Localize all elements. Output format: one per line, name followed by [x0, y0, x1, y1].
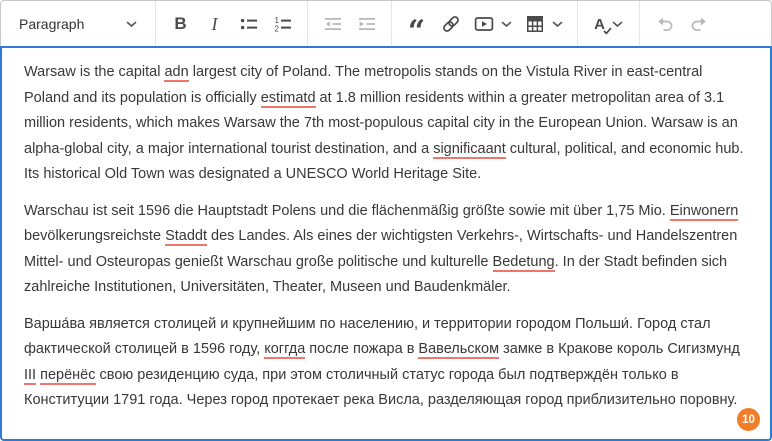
redo-icon [689, 14, 709, 34]
italic-icon: I [212, 14, 218, 35]
text-segment: Warschau ist seit 1596 die Hauptstadt Po… [24, 203, 670, 219]
rich-text-editor: Paragraph B I 1 2 [0, 0, 772, 441]
text-segment: замке в Кракове король Сигизмунд [499, 341, 740, 357]
misspelled-word[interactable]: перёнёс [40, 367, 95, 385]
spell-check-icon: A [594, 17, 605, 32]
bold-icon: B [174, 14, 186, 34]
media-embed-button[interactable] [468, 7, 518, 41]
undo-button[interactable] [648, 7, 681, 41]
spell-check-button[interactable]: A [586, 7, 631, 41]
chevron-down-icon [552, 21, 563, 28]
block-quote-icon: “ [408, 27, 425, 37]
toolbar-separator [307, 1, 308, 47]
text-segment: bevölkerungsreichste [24, 228, 165, 244]
outdent-button[interactable] [316, 7, 349, 41]
misspelled-word[interactable]: Staddt [165, 228, 207, 246]
misspelled-word[interactable]: коггда [264, 341, 305, 359]
misspelled-word[interactable]: Einwonern [670, 203, 739, 221]
numbered-list-button[interactable]: 1 2 [266, 7, 299, 41]
check-icon [603, 27, 612, 35]
outdent-icon [323, 14, 343, 34]
text-segment: после пожара в [305, 341, 418, 357]
misspelled-word[interactable]: adn [164, 64, 188, 82]
redo-button[interactable] [682, 7, 715, 41]
editor-text[interactable]: Warsaw is the capital adn largest city o… [2, 48, 770, 425]
bulleted-list-button[interactable] [232, 7, 265, 41]
editor-content[interactable]: Warsaw is the capital adn largest city o… [0, 46, 772, 441]
paragraph: Warschau ist seit 1596 die Hauptstadt Po… [24, 199, 748, 301]
bold-button[interactable]: B [164, 7, 197, 41]
toolbar-separator [391, 1, 392, 47]
block-quote-button[interactable]: “ [400, 7, 433, 41]
link-icon [441, 14, 461, 34]
undo-icon [655, 14, 675, 34]
misspelled-word[interactable]: estimatd [261, 90, 316, 108]
paragraph: Warsaw is the capital adn largest city o… [24, 60, 748, 188]
chevron-down-icon [126, 21, 137, 28]
misspelled-word[interactable]: significaant [433, 141, 506, 159]
editor-toolbar: Paragraph B I 1 2 [0, 0, 772, 47]
bulleted-list-icon [239, 14, 259, 34]
toolbar-separator [639, 1, 640, 47]
link-button[interactable] [434, 7, 467, 41]
heading-dropdown-label: Paragraph [19, 16, 84, 32]
text-segment: Warsaw is the capital [24, 64, 164, 80]
toolbar-separator [577, 1, 578, 47]
indent-icon [357, 14, 377, 34]
insert-table-button[interactable] [519, 7, 569, 41]
misspelled-word[interactable]: Bedetung [493, 254, 555, 272]
numbered-list-icon: 1 2 [273, 14, 293, 34]
insert-table-icon [525, 14, 545, 34]
proofreader-badge[interactable]: 10 [737, 408, 760, 431]
text-segment: свою резиденцию суда, при этом столичный… [24, 367, 737, 409]
chevron-down-icon [612, 21, 623, 28]
heading-dropdown[interactable]: Paragraph [10, 7, 147, 41]
media-embed-icon [474, 14, 494, 34]
paragraph: Варша́ва является столицей и крупнейшим … [24, 312, 748, 414]
toolbar-separator [155, 1, 156, 47]
misspelled-word[interactable]: III [24, 367, 36, 385]
chevron-down-icon [501, 21, 512, 28]
indent-button[interactable] [350, 7, 383, 41]
svg-text:2: 2 [274, 25, 279, 34]
italic-button[interactable]: I [198, 7, 231, 41]
misspelled-word[interactable]: Вавельском [418, 341, 499, 359]
